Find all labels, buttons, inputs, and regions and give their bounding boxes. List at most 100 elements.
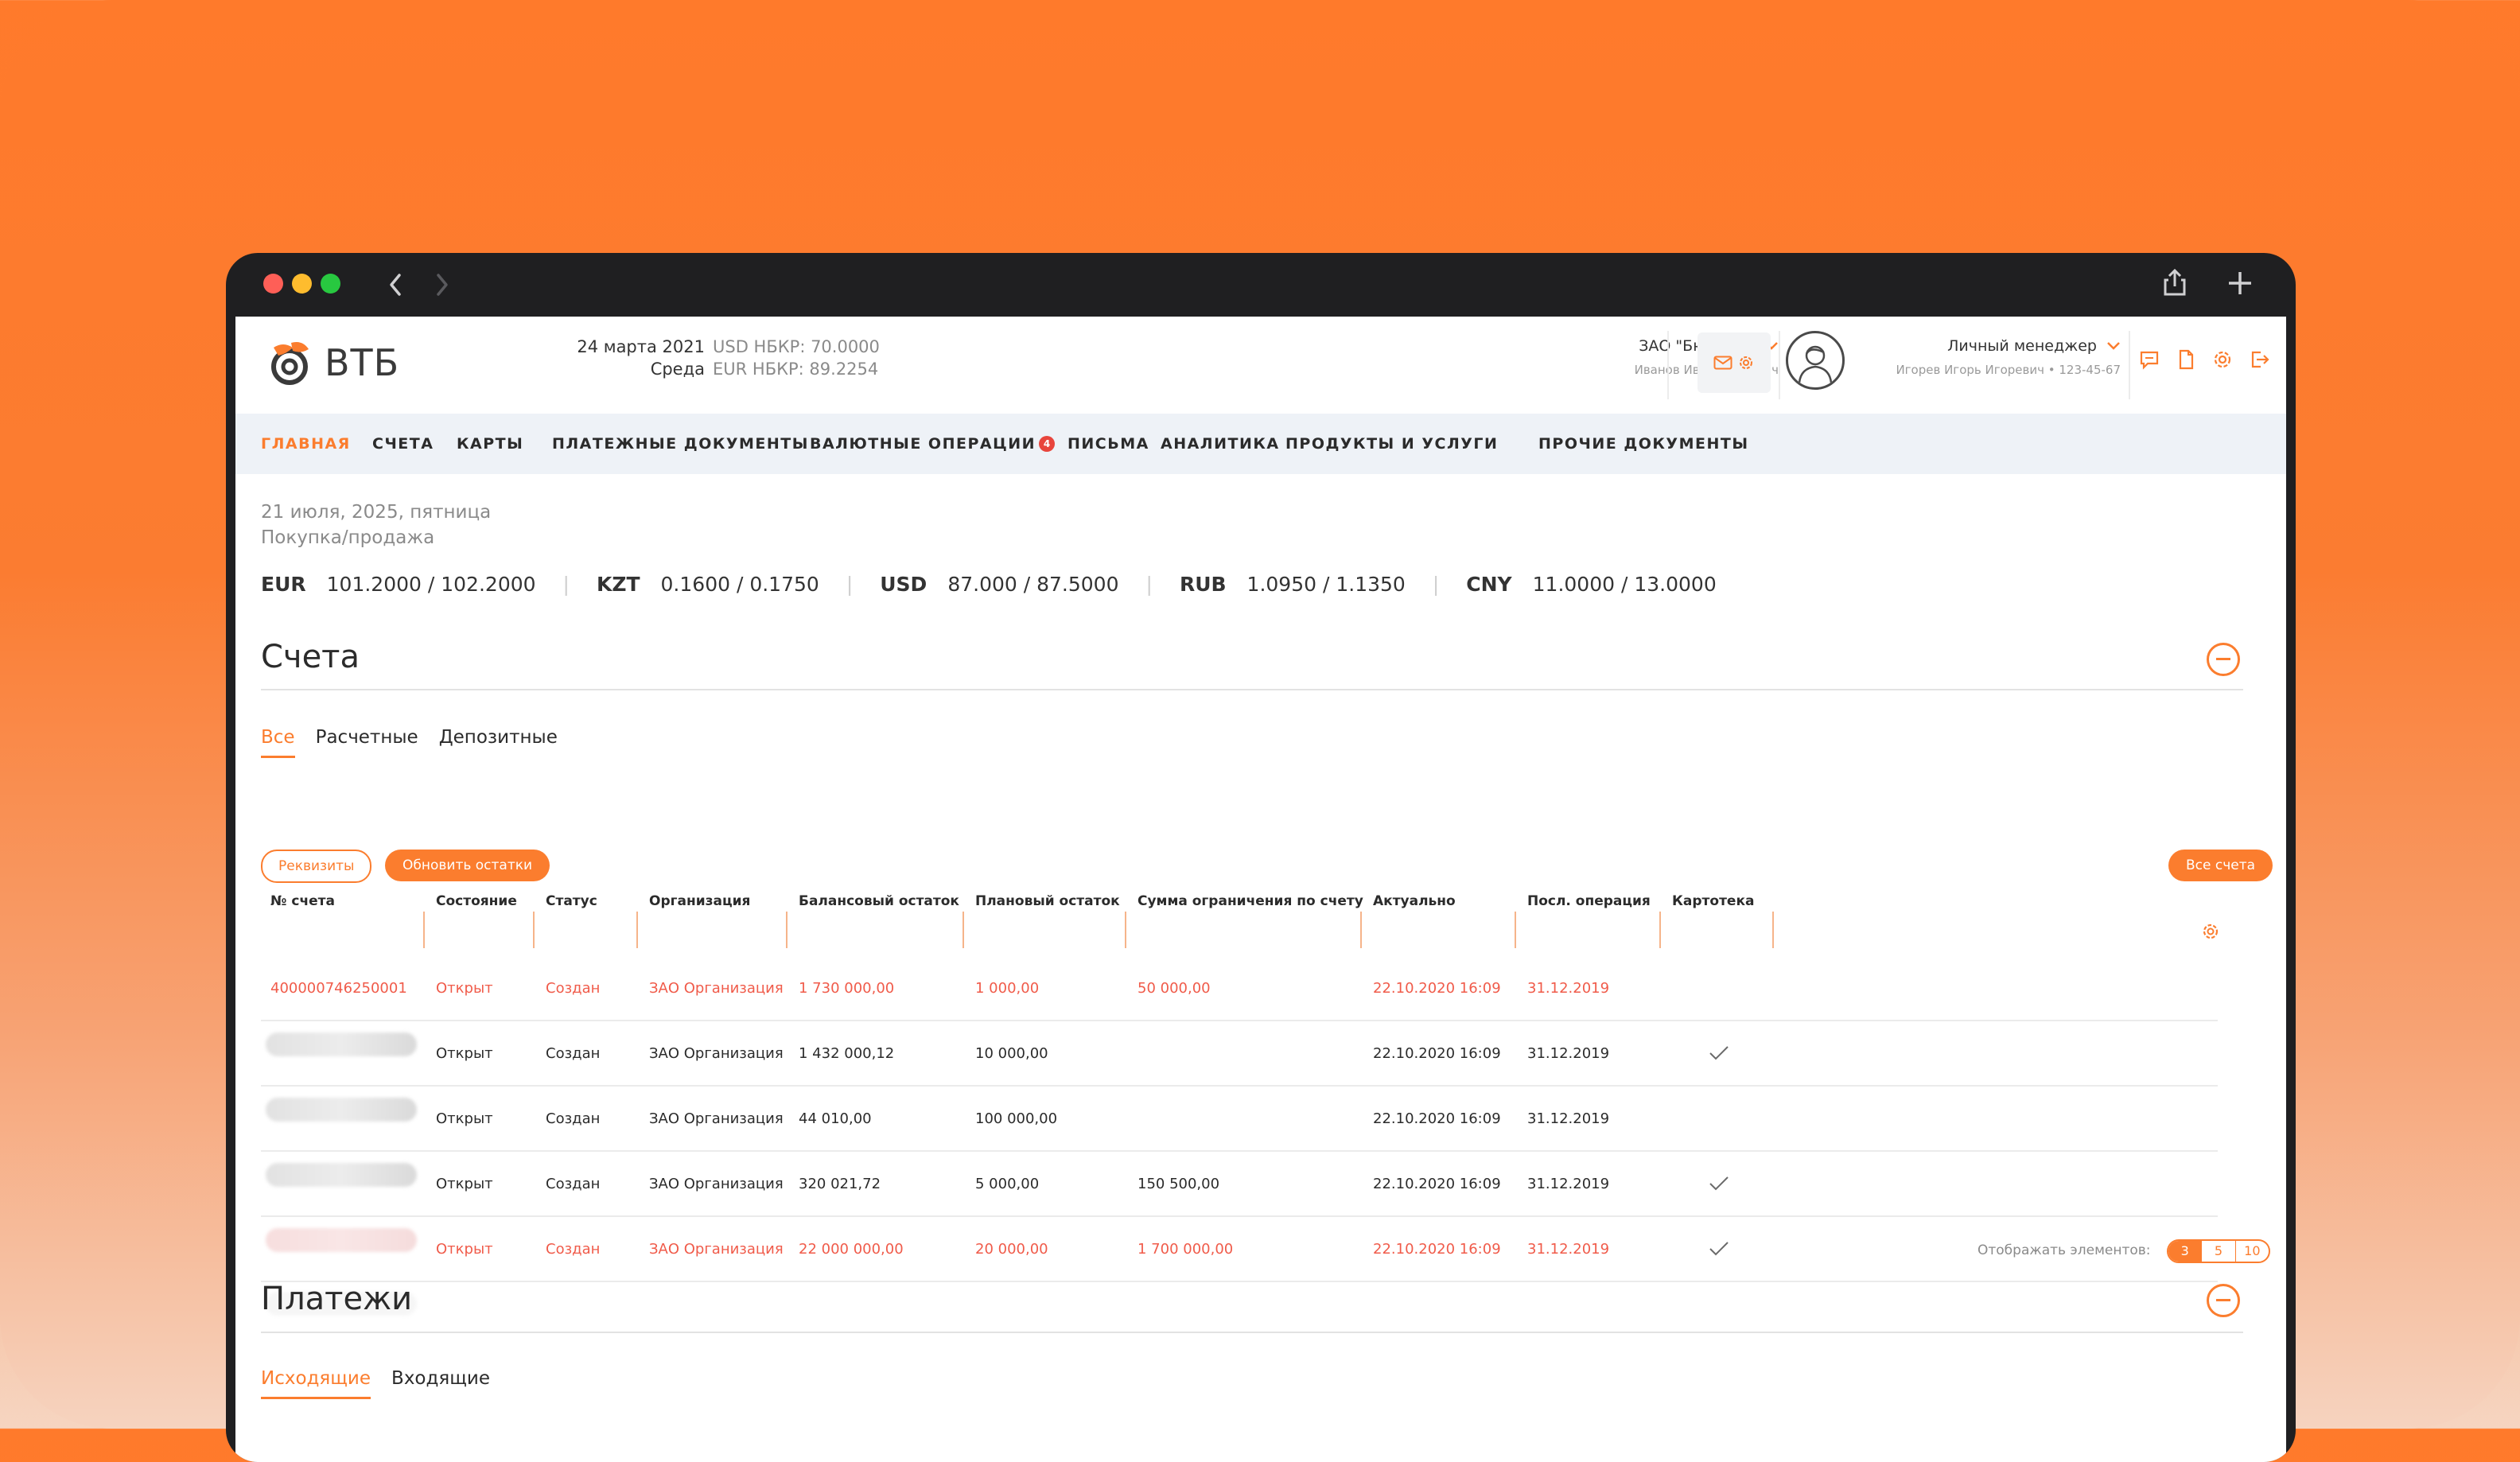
column-separator [1659, 912, 1661, 948]
menu-item-products[interactable]: ПРОДУКТЫ И УСЛУГИ [1285, 414, 1498, 474]
chevron-down-icon [2107, 342, 2120, 350]
account-balance: 22 000 000,00 [799, 1241, 904, 1258]
menu-item-accounts[interactable]: СЧЕТА [372, 414, 434, 474]
page-size-option[interactable]: 5 [2202, 1241, 2236, 1262]
document-icon[interactable] [2175, 348, 2197, 371]
table-settings-icon[interactable] [2200, 921, 2221, 942]
col-organization[interactable]: Организация [649, 865, 750, 909]
menu-item-analytics[interactable]: АНАЛИТИКА [1161, 414, 1280, 474]
account-last-op: 31.12.2019 [1527, 1110, 1610, 1127]
menu-item-letters[interactable]: ПИСЬМА [1068, 414, 1149, 474]
tab-deposit[interactable]: Депозитные [439, 727, 558, 758]
account-state: Открыт [436, 1176, 493, 1192]
header-date: 24 марта 2021 Среда [523, 336, 705, 380]
new-tab-icon[interactable] [2224, 267, 2256, 299]
col-last-operation[interactable]: Посл. операция [1527, 865, 1651, 909]
manager-avatar[interactable] [1786, 331, 1845, 390]
menu-item-cards[interactable]: КАРТЫ [457, 414, 523, 474]
page-size-selector: 3 5 10 [2167, 1239, 2270, 1263]
account-limit: 1 700 000,00 [1138, 1241, 1234, 1258]
tab-all[interactable]: Все [261, 727, 295, 758]
account-planned: 100 000,00 [975, 1110, 1058, 1127]
logout-icon[interactable] [2248, 348, 2270, 371]
account-org: ЗАО Организация [649, 1110, 784, 1127]
account-balance: 320 021,72 [799, 1176, 881, 1192]
menu-item-home[interactable]: ГЛАВНАЯ [261, 414, 351, 474]
mail-settings-button[interactable] [1698, 332, 1771, 393]
accounts-section-title: Счета [261, 639, 360, 675]
maximize-window-button[interactable] [321, 274, 340, 294]
account-actual: 22.10.2020 16:09 [1373, 1241, 1501, 1258]
main-menu: ГЛАВНАЯ СЧЕТА КАРТЫ ПЛАТЕЖНЫЕ ДОКУМЕНТЫ … [235, 414, 2286, 474]
account-planned: 20 000,00 [975, 1241, 1048, 1258]
account-planned: 10 000,00 [975, 1045, 1048, 1062]
column-separator [533, 912, 535, 948]
chat-icon[interactable] [2138, 348, 2160, 371]
tab-outgoing[interactable]: Исходящие [261, 1368, 371, 1399]
account-number[interactable]: 400000746250001 [270, 980, 407, 997]
header-nbkr-rates: USD НБКР: 70.0000 EUR НБКР: 89.2254 [713, 336, 880, 380]
page-size-option[interactable]: 3 [2168, 1241, 2203, 1262]
page-size-option[interactable]: 10 [2236, 1241, 2269, 1262]
col-limit[interactable]: Сумма ограничения по счету [1138, 865, 1363, 909]
col-card-index[interactable]: Картотека [1672, 865, 1754, 909]
browser-window: ВТБ 24 марта 2021 Среда USD НБКР: 70.000… [226, 253, 2296, 1462]
col-status[interactable]: Статус [546, 865, 597, 909]
header-divider [1667, 331, 1669, 399]
close-window-button[interactable] [263, 274, 283, 294]
rate-value: 87.000 / 87.5000 [947, 573, 1119, 596]
notification-badge: 4 [1039, 436, 1056, 452]
rate-value: 11.0000 / 13.0000 [1532, 573, 1717, 596]
logo-text: ВТБ [325, 341, 400, 384]
minimize-window-button[interactable] [292, 274, 312, 294]
menu-item-other-docs[interactable]: ПРОЧИЕ ДОКУМЕНТЫ [1538, 414, 1749, 474]
rate-value: 101.2000 / 102.2000 [326, 573, 536, 596]
account-number-masked[interactable] [266, 1098, 417, 1122]
col-planned[interactable]: Плановый остаток [975, 865, 1120, 909]
vtb-logo[interactable]: ВТБ [269, 339, 399, 387]
account-status: Создан [546, 1110, 601, 1127]
col-state[interactable]: Состояние [436, 865, 517, 909]
tab-settlement[interactable]: Расчетные [316, 727, 418, 758]
share-icon[interactable] [2159, 267, 2191, 299]
collapse-accounts-button[interactable] [2207, 643, 2240, 676]
rate-code: CNY [1466, 573, 1512, 596]
account-number-masked[interactable] [266, 1032, 417, 1056]
account-state: Открыт [436, 1045, 493, 1062]
eur-nbkr-rate: EUR НБКР: 89.2254 [713, 360, 879, 379]
row-divider [261, 1085, 2218, 1087]
menu-item-payment-docs[interactable]: ПЛАТЕЖНЫЕ ДОКУМЕНТЫ [552, 414, 809, 474]
collapse-payments-button[interactable] [2207, 1284, 2240, 1317]
personal-manager-menu[interactable]: Личный менеджер Игорев Игорь Игоревич • … [1858, 337, 2121, 377]
back-icon[interactable] [387, 270, 403, 299]
header-date-text: 24 марта 2021 [577, 337, 705, 356]
menu-item-currency-ops[interactable]: ВАЛЮТНЫЕ ОПЕРАЦИИ 4 [810, 414, 1056, 474]
column-separator [1125, 912, 1126, 948]
account-state: Открыт [436, 980, 493, 997]
account-number-masked[interactable] [266, 1163, 417, 1187]
column-separator [962, 912, 964, 948]
col-balance[interactable]: Балансовый остаток [799, 865, 959, 909]
column-separator [1515, 912, 1516, 948]
account-number-masked[interactable] [266, 1228, 417, 1252]
gear-icon [1740, 356, 1752, 369]
col-account-number[interactable]: № счета [270, 865, 335, 909]
account-last-op: 31.12.2019 [1527, 1176, 1610, 1192]
checkmark-icon [1709, 1046, 1729, 1060]
tab-incoming[interactable]: Входящие [391, 1368, 490, 1399]
today-subtitle: Покупка/продажа [261, 527, 435, 548]
settings-gear-icon[interactable] [2211, 348, 2234, 371]
all-accounts-button[interactable]: Все счета [2168, 850, 2273, 881]
mail-icon [1713, 356, 1732, 370]
account-actual: 22.10.2020 16:09 [1373, 1176, 1501, 1192]
account-status: Создан [546, 1176, 601, 1192]
payments-tabs: Исходящие Входящие [261, 1368, 490, 1399]
pager-label: Отображать элементов: [1978, 1242, 2151, 1258]
forward-icon[interactable] [434, 270, 450, 299]
rate-code: EUR [261, 573, 306, 596]
column-separator [423, 912, 425, 948]
checkmark-icon [1709, 1242, 1729, 1256]
account-state: Открыт [436, 1110, 493, 1127]
browser-titlebar [226, 253, 2296, 317]
col-actual[interactable]: Актуально [1373, 865, 1456, 909]
